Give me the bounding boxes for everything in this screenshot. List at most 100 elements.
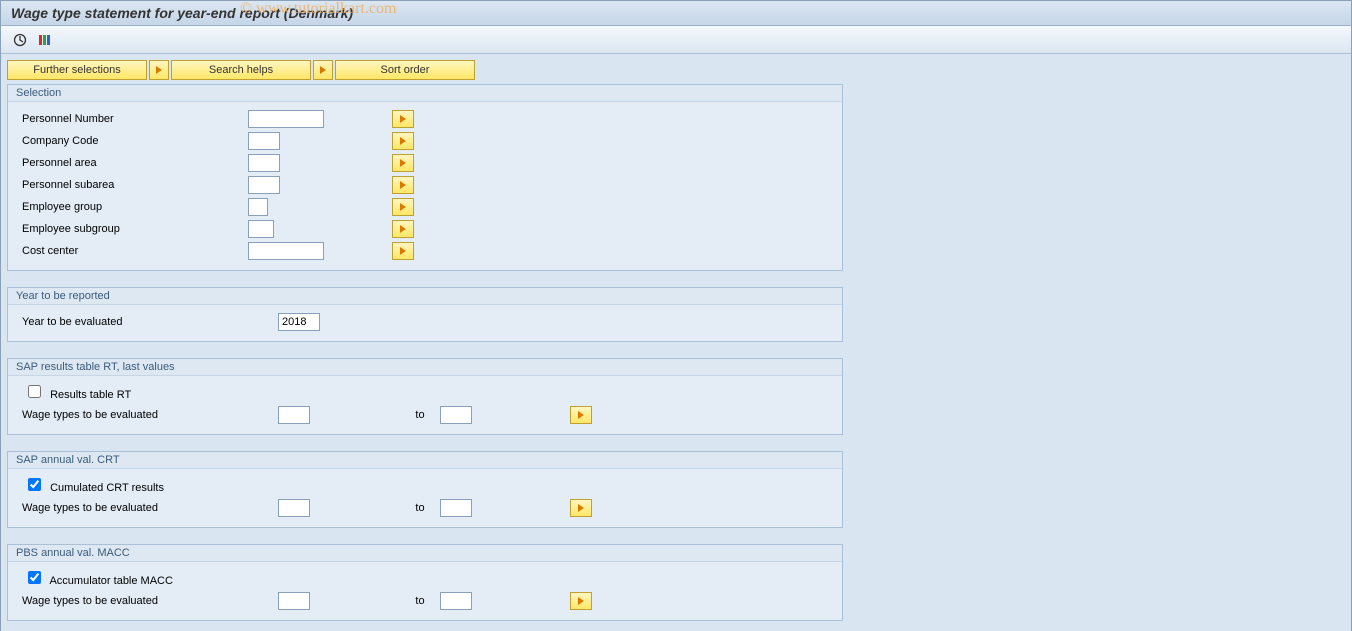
app-toolbar: © www.tutorialkart.com xyxy=(1,26,1351,54)
checkbox-cumulated-crt-label: Cumulated CRT results xyxy=(50,482,164,494)
input-personnel-subarea[interactable] xyxy=(248,176,280,194)
row-year-evaluated: Year to be evaluated xyxy=(18,311,832,333)
input-rt-wage-from[interactable] xyxy=(278,406,310,424)
group-rt-title: SAP results table RT, last values xyxy=(8,359,842,376)
arrow-right-icon xyxy=(400,137,406,145)
arrow-right-icon xyxy=(400,203,406,211)
group-selection-title: Selection xyxy=(8,85,842,102)
row-personnel-subarea: Personnel subarea xyxy=(18,174,832,196)
crt-checkbox-wrap: Cumulated CRT results xyxy=(18,478,248,494)
arrow-right-icon xyxy=(578,411,584,419)
input-macc-wage-to[interactable] xyxy=(440,592,472,610)
multiple-selection-personnel-number[interactable] xyxy=(392,110,414,128)
row-macc-checkbox: Accumulator table MACC xyxy=(18,568,832,590)
sort-order-button[interactable]: Sort order xyxy=(335,60,475,80)
arrow-right-icon xyxy=(400,247,406,255)
input-year-evaluated[interactable] xyxy=(278,313,320,331)
multiple-selection-company-code[interactable] xyxy=(392,132,414,150)
variant-icon[interactable] xyxy=(35,31,53,49)
row-personnel-number: Personnel Number xyxy=(18,108,832,130)
input-crt-wage-from[interactable] xyxy=(278,499,310,517)
further-selections-button[interactable]: Further selections xyxy=(7,60,147,80)
label-personnel-number: Personnel Number xyxy=(18,113,248,125)
input-cost-center[interactable] xyxy=(248,242,324,260)
arrow-right-icon xyxy=(320,66,326,74)
multiple-selection-cost-center[interactable] xyxy=(392,242,414,260)
row-rt-checkbox: Results table RT xyxy=(18,382,832,404)
search-helps-label: Search helps xyxy=(209,64,273,76)
title-bar: Wage type statement for year-end report … xyxy=(1,1,1351,26)
arrow-right-icon xyxy=(400,181,406,189)
multiple-selection-macc-wage[interactable] xyxy=(570,592,592,610)
group-rt: SAP results table RT, last values Result… xyxy=(7,358,843,435)
label-employee-group: Employee group xyxy=(18,201,248,213)
row-crt-wage-types: Wage types to be evaluated to xyxy=(18,497,832,519)
input-employee-group[interactable] xyxy=(248,198,268,216)
multiple-selection-personnel-area[interactable] xyxy=(392,154,414,172)
content-shell: Further selections Search helps Sort ord… xyxy=(1,54,1351,631)
arrow-right-icon xyxy=(578,504,584,512)
row-personnel-area: Personnel area xyxy=(18,152,832,174)
input-macc-wage-from[interactable] xyxy=(278,592,310,610)
rt-checkbox-wrap: Results table RT xyxy=(18,385,248,401)
label-employee-subgroup: Employee subgroup xyxy=(18,223,248,235)
group-macc: PBS annual val. MACC Accumulator table M… xyxy=(7,544,843,621)
multiple-selection-employee-subgroup[interactable] xyxy=(392,220,414,238)
input-personnel-area[interactable] xyxy=(248,154,280,172)
group-crt: SAP annual val. CRT Cumulated CRT result… xyxy=(7,451,843,528)
label-macc-to: to xyxy=(400,595,440,607)
macc-checkbox-wrap: Accumulator table MACC xyxy=(18,571,248,587)
multiple-selection-personnel-subarea[interactable] xyxy=(392,176,414,194)
row-rt-wage-types: Wage types to be evaluated to xyxy=(18,404,832,426)
row-company-code: Company Code xyxy=(18,130,832,152)
group-year-reported: Year to be reported Year to be evaluated xyxy=(7,287,843,342)
input-company-code[interactable] xyxy=(248,132,280,150)
input-rt-wage-to[interactable] xyxy=(440,406,472,424)
arrow-right-icon xyxy=(156,66,162,74)
further-selections-label: Further selections xyxy=(33,64,120,76)
row-macc-wage-types: Wage types to be evaluated to xyxy=(18,590,832,612)
multiple-selection-employee-group[interactable] xyxy=(392,198,414,216)
checkbox-results-table-rt[interactable] xyxy=(28,385,41,398)
sort-order-label: Sort order xyxy=(381,64,430,76)
group-macc-body: Accumulator table MACC Wage types to be … xyxy=(8,562,842,620)
group-crt-title: SAP annual val. CRT xyxy=(8,452,842,469)
arrow-right-icon xyxy=(578,597,584,605)
label-cost-center: Cost center xyxy=(18,245,248,257)
selection-buttons-row: Further selections Search helps Sort ord… xyxy=(7,60,1345,80)
label-company-code: Company Code xyxy=(18,135,248,147)
arrow-right-icon xyxy=(400,115,406,123)
group-selection-body: Personnel Number Company Code Personnel … xyxy=(8,102,842,270)
checkbox-accumulator-macc[interactable] xyxy=(28,571,41,584)
label-personnel-area: Personnel area xyxy=(18,157,248,169)
multiple-selection-crt-wage[interactable] xyxy=(570,499,592,517)
arrow-right-icon xyxy=(400,159,406,167)
content-scroll[interactable]: Further selections Search helps Sort ord… xyxy=(1,54,1351,631)
label-rt-wage-types: Wage types to be evaluated xyxy=(18,409,278,421)
label-personnel-subarea: Personnel subarea xyxy=(18,179,248,191)
search-helps-arrow[interactable] xyxy=(149,60,169,80)
group-selection: Selection Personnel Number Company Code xyxy=(7,84,843,271)
row-employee-subgroup: Employee subgroup xyxy=(18,218,832,240)
multiple-selection-rt-wage[interactable] xyxy=(570,406,592,424)
label-rt-to: to xyxy=(400,409,440,421)
row-crt-checkbox: Cumulated CRT results xyxy=(18,475,832,497)
input-crt-wage-to[interactable] xyxy=(440,499,472,517)
group-year-reported-title: Year to be reported xyxy=(8,288,842,305)
input-personnel-number[interactable] xyxy=(248,110,324,128)
search-helps-button[interactable]: Search helps xyxy=(171,60,311,80)
app-window: Wage type statement for year-end report … xyxy=(0,0,1352,631)
row-employee-group: Employee group xyxy=(18,196,832,218)
input-employee-subgroup[interactable] xyxy=(248,220,274,238)
label-macc-wage-types: Wage types to be evaluated xyxy=(18,595,278,607)
execute-icon[interactable] xyxy=(11,31,29,49)
group-crt-body: Cumulated CRT results Wage types to be e… xyxy=(8,469,842,527)
group-rt-body: Results table RT Wage types to be evalua… xyxy=(8,376,842,434)
checkbox-cumulated-crt[interactable] xyxy=(28,478,41,491)
sort-order-arrow[interactable] xyxy=(313,60,333,80)
row-cost-center: Cost center xyxy=(18,240,832,262)
label-crt-to: to xyxy=(400,502,440,514)
label-crt-wage-types: Wage types to be evaluated xyxy=(18,502,278,514)
arrow-right-icon xyxy=(400,225,406,233)
group-year-reported-body: Year to be evaluated xyxy=(8,305,842,341)
